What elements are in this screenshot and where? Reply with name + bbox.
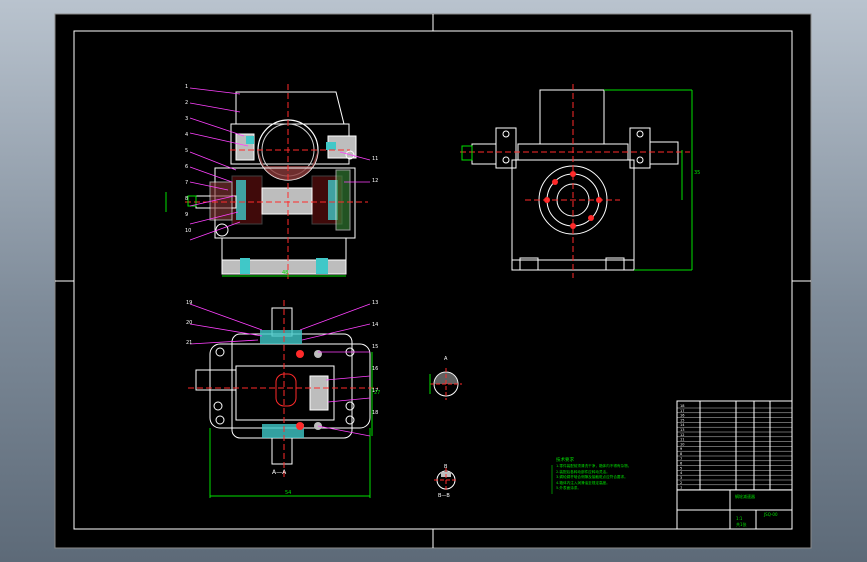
front-view-balloon: 10 [185,228,192,234]
front-view-balloon: 8 [185,196,189,202]
front-view-right-balloon: 11 [372,156,379,162]
parts-list-row-number: 16 [680,414,684,418]
dimension-width-bottom: 54 [285,490,292,496]
parts-list-row-number: 9 [680,447,682,451]
parts-list-row-number: 15 [680,418,684,422]
top-view-left-balloon: 20 [186,320,193,326]
dimension-height-right: 35 [694,170,701,176]
section-label-b: B—B [438,493,450,499]
parts-list-row-number: 14 [680,423,685,427]
tech-req-title: 技术要求 [556,458,574,463]
drawing-sheet [54,13,812,549]
section-label-a: A—A [272,469,287,476]
dimension-shaft-top: 48 [282,270,289,276]
title-block-scale: 1:1 [736,516,743,521]
view-label-a: A [444,356,448,362]
front-view-right-balloon: 12 [372,178,379,184]
parts-list-row-number: 11 [680,438,684,442]
top-view-right-balloon: 16 [372,366,379,372]
front-view-balloon: 7 [185,180,189,186]
parts-list-row-number: 8 [680,452,682,456]
view-label-b: B [444,464,448,470]
top-view-left-balloon: 19 [186,300,193,306]
front-view-balloon: 3 [185,116,189,122]
top-view-right-balloon: 15 [372,344,379,350]
top-view-right-balloon: 18 [372,410,379,416]
parts-list-row-number: 1 [680,486,682,490]
tech-req-line: 5.外表面涂漆。 [556,486,581,491]
front-view-balloon: 9 [185,212,189,218]
parts-list-row-number: 6 [680,462,682,466]
front-view-balloon: 6 [185,164,189,170]
top-view-right-balloon: 13 [372,300,379,306]
parts-list-row-number: 2 [680,481,682,485]
drawing-canvas[interactable]: 181716151413121110987654321 [0,0,867,562]
parts-list-row-number: 10 [680,442,684,446]
dimension-side: 27 [374,390,381,396]
parts-list-row-number: 18 [680,404,684,408]
parts-list-row-number: 7 [680,457,682,461]
front-view-balloon: 4 [185,132,189,138]
technical-requirements: 技术要求 1.零件装配前须清洗干净，箱体内不得有杂物。 2.装配后各转动部件应转动… [556,458,674,491]
title-block-sheet: 共1张 [736,522,747,527]
title-block-drawing-no: JSQ-00 [764,512,778,517]
title-block-name: 蜗轮减速器 [735,494,755,499]
top-view-left-balloon: 21 [186,340,193,346]
front-view-balloon: 5 [185,148,189,154]
parts-list-row-number: 13 [680,428,684,432]
parts-list-row-number: 5 [680,466,682,470]
front-view-balloon: 2 [185,100,189,106]
parts-list-row-number: 3 [680,476,682,480]
cad-viewport[interactable]: 18 17 16 15 14 13 12 11 10 9 8 7 6 5 4 3 2 1 1 2 3 4 5 6 7 8 9 10 1… [0,0,867,562]
parts-list-row-number: 17 [680,409,684,413]
parts-list-row-number: 12 [680,433,684,437]
top-view-right-balloon: 14 [372,322,379,328]
front-view-balloon: 1 [185,84,189,90]
